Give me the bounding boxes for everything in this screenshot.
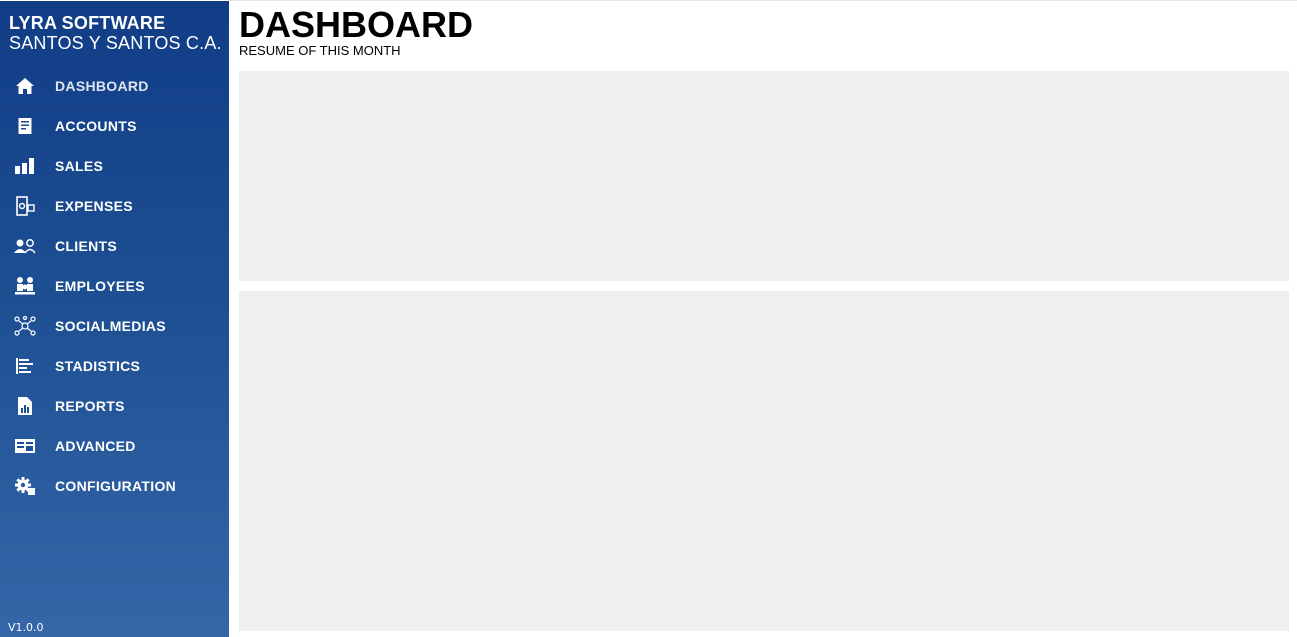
ledger-icon bbox=[14, 116, 36, 136]
network-icon bbox=[14, 316, 36, 336]
bar-list-icon bbox=[14, 356, 36, 376]
page-title: DASHBOARD bbox=[239, 4, 473, 45]
sidebar-item-socialmedias[interactable]: SOCIALMEDIAS bbox=[0, 306, 229, 346]
employees-icon bbox=[14, 276, 36, 296]
sidebar-item-sales[interactable]: SALES bbox=[0, 146, 229, 186]
sidebar-item-expenses[interactable]: EXPENSES bbox=[0, 186, 229, 226]
sidebar-item-label: ACCOUNTS bbox=[55, 118, 137, 134]
app-window: LYRA SOFTWARE SANTOS Y SANTOS C.A. DASHB… bbox=[0, 0, 1297, 637]
home-icon bbox=[14, 76, 36, 96]
coins-stack-icon bbox=[14, 156, 36, 176]
sidebar-item-stadistics[interactable]: STADISTICS bbox=[0, 346, 229, 386]
brand-title: LYRA SOFTWARE bbox=[9, 13, 166, 33]
brand: LYRA SOFTWARE SANTOS Y SANTOS C.A. bbox=[9, 13, 222, 53]
sidebar-item-label: CONFIGURATION bbox=[55, 478, 177, 494]
gear-icon bbox=[14, 476, 36, 496]
sidebar-item-dashboard[interactable]: DASHBOARD bbox=[0, 66, 229, 106]
sidebar-item-label: ADVANCED bbox=[55, 438, 136, 454]
sidebar-item-reports[interactable]: REPORTS bbox=[0, 386, 229, 426]
sidebar-item-employees[interactable]: EMPLOYEES bbox=[0, 266, 229, 306]
sidebar-item-label: EXPENSES bbox=[55, 198, 133, 214]
sidebar-item-advanced[interactable]: ADVANCED bbox=[0, 426, 229, 466]
report-icon bbox=[14, 396, 36, 416]
sidebar-item-label: REPORTS bbox=[55, 398, 125, 414]
top-divider bbox=[229, 0, 1297, 1]
sidebar-item-label: EMPLOYEES bbox=[55, 278, 145, 294]
sidebar-item-label: STADISTICS bbox=[55, 358, 141, 374]
clients-icon bbox=[14, 236, 36, 256]
summary-panel-bottom bbox=[239, 291, 1289, 631]
version-label: V1.0.0 bbox=[8, 621, 44, 634]
expense-icon bbox=[14, 196, 36, 216]
brand-subtitle: SANTOS Y SANTOS C.A. bbox=[9, 33, 222, 53]
sidebar-item-label: SALES bbox=[55, 158, 104, 174]
sidebar-item-accounts[interactable]: ACCOUNTS bbox=[0, 106, 229, 146]
sidebar-item-label: SOCIALMEDIAS bbox=[55, 318, 166, 334]
sidebar-item-clients[interactable]: CLIENTS bbox=[0, 226, 229, 266]
panels-icon bbox=[14, 436, 36, 456]
page-subtitle: RESUME OF THIS MONTH bbox=[239, 43, 401, 58]
sidebar-nav: DASHBOARD ACCOUNTS SALES EXPENSES CLIENT… bbox=[0, 66, 229, 506]
main-content: DASHBOARD RESUME OF THIS MONTH bbox=[229, 0, 1297, 637]
sidebar-item-configuration[interactable]: CONFIGURATION bbox=[0, 466, 229, 506]
sidebar-item-label: CLIENTS bbox=[55, 238, 117, 254]
summary-panel-top bbox=[239, 71, 1289, 281]
sidebar: LYRA SOFTWARE SANTOS Y SANTOS C.A. DASHB… bbox=[0, 1, 229, 637]
sidebar-item-label: DASHBOARD bbox=[55, 78, 149, 94]
